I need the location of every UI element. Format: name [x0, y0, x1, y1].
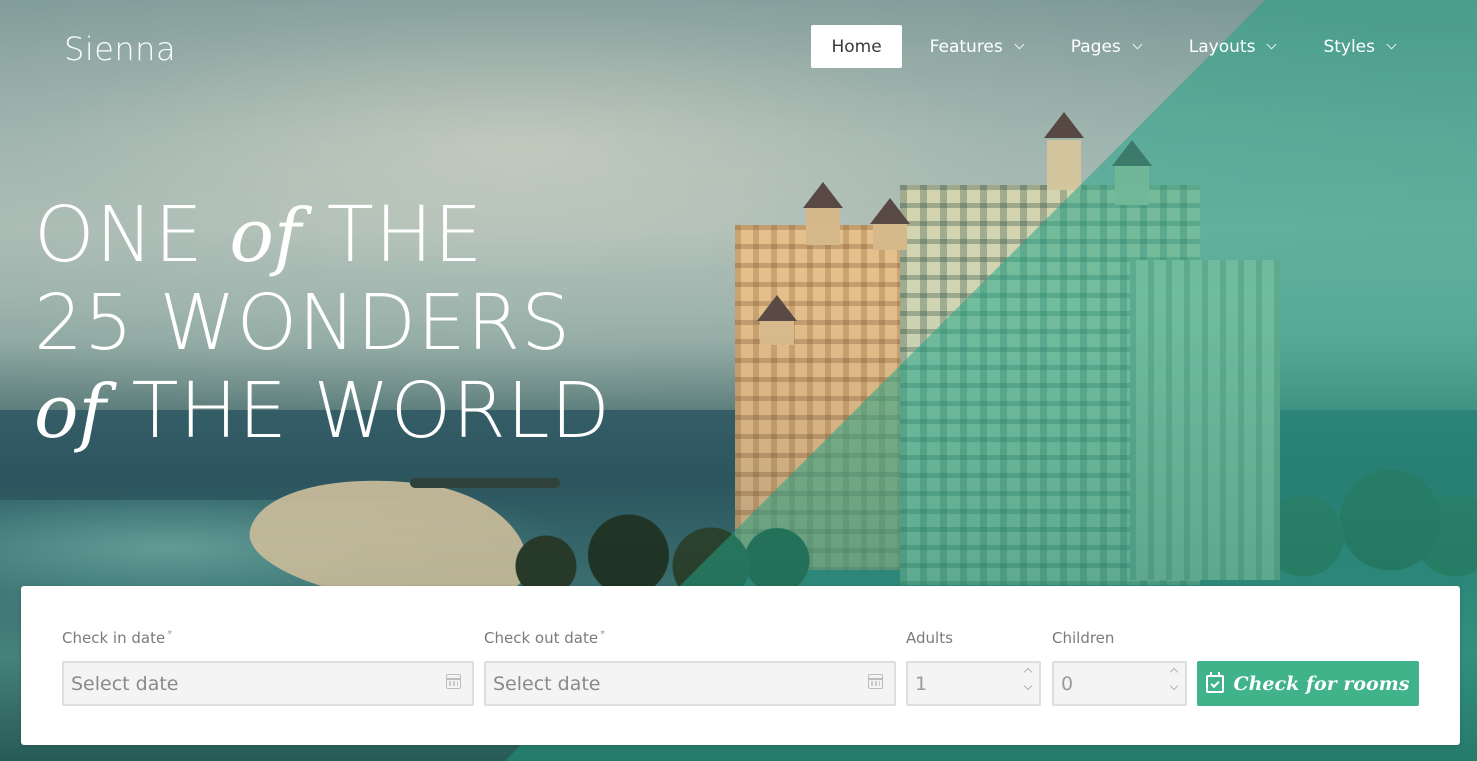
- headline-word: ONE: [34, 191, 204, 280]
- nav-item-label: Pages: [1070, 36, 1121, 57]
- check-out-label: Check out date *: [484, 629, 605, 647]
- main-nav: Home Features Pages Layouts Styles: [803, 25, 1415, 68]
- children-stepper[interactable]: 0: [1052, 661, 1187, 706]
- nav-item-label: Home: [831, 36, 882, 57]
- headline-word: THE WORLD: [131, 367, 611, 456]
- headline-italic-word: of: [229, 193, 302, 279]
- calendar-icon[interactable]: [446, 674, 461, 689]
- check-for-rooms-label: Check for rooms: [1233, 672, 1410, 695]
- headline-word: THE: [326, 191, 484, 280]
- chevron-up-icon[interactable]: [1023, 667, 1033, 677]
- check-out-placeholder: Select date: [493, 672, 601, 695]
- check-in-placeholder: Select date: [71, 672, 179, 695]
- check-in-input[interactable]: Select date: [62, 661, 474, 706]
- check-in-label: Check in date *: [62, 629, 172, 647]
- check-out-input[interactable]: Select date: [484, 661, 896, 706]
- check-for-rooms-button[interactable]: Check for rooms: [1197, 661, 1419, 706]
- nav-item-pages[interactable]: Pages: [1051, 25, 1161, 68]
- nav-item-label: Styles: [1323, 36, 1375, 57]
- check-in-label-text: Check in date: [62, 629, 166, 647]
- headline-line-3: of THE WORLD: [34, 368, 611, 456]
- nav-item-home[interactable]: Home: [811, 25, 902, 68]
- calendar-check-icon: [1206, 671, 1225, 693]
- nav-item-label: Features: [929, 36, 1003, 57]
- adults-label: Adults: [906, 629, 953, 647]
- chevron-down-icon: [1014, 39, 1025, 49]
- hero-headline: ONE of THE 25 WONDERS of THE WORLD: [34, 192, 611, 456]
- nav-item-label: Layouts: [1188, 36, 1256, 57]
- headline-line-2: 25 WONDERS: [34, 279, 572, 368]
- stepper-arrows[interactable]: [1169, 667, 1179, 691]
- stepper-arrows[interactable]: [1023, 667, 1033, 691]
- adults-stepper[interactable]: 1: [906, 661, 1041, 706]
- children-value: 0: [1061, 672, 1074, 695]
- chevron-up-icon[interactable]: [1169, 667, 1179, 677]
- nav-item-features[interactable]: Features: [910, 25, 1043, 68]
- nav-item-styles[interactable]: Styles: [1303, 25, 1415, 68]
- children-label: Children: [1052, 629, 1115, 647]
- required-mark: *: [600, 629, 606, 640]
- nav-item-layouts[interactable]: Layouts: [1169, 25, 1296, 68]
- chevron-down-icon[interactable]: [1169, 681, 1179, 691]
- adults-value: 1: [915, 672, 928, 695]
- chevron-down-icon: [1266, 39, 1277, 49]
- chevron-down-icon[interactable]: [1023, 681, 1033, 691]
- chevron-down-icon: [1386, 39, 1397, 49]
- brand-logo[interactable]: Sienna: [64, 30, 176, 68]
- calendar-icon[interactable]: [868, 674, 883, 689]
- chevron-down-icon: [1132, 39, 1143, 49]
- booking-form: Check in date * Select date Check out dat…: [21, 586, 1460, 745]
- required-mark: *: [167, 629, 173, 640]
- check-out-label-text: Check out date: [484, 629, 599, 647]
- headline-line-1: ONE of THE: [34, 192, 611, 280]
- headline-italic-word: of: [34, 369, 106, 455]
